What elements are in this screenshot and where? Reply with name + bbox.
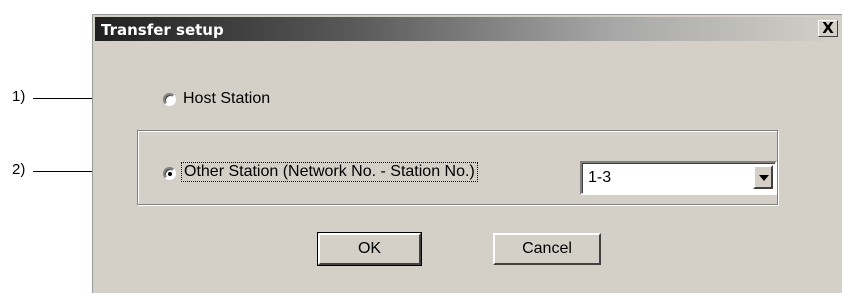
callout-1: 1): [12, 88, 26, 105]
ok-button[interactable]: OK: [317, 232, 422, 266]
cancel-button[interactable]: Cancel: [493, 233, 601, 265]
callout-2: 2): [12, 161, 26, 178]
dialog-title: Transfer setup: [101, 21, 224, 39]
other-station-label[interactable]: Other Station (Network No. - Station No.…: [181, 162, 478, 182]
host-station-label[interactable]: Host Station: [183, 90, 270, 108]
other-station-radio[interactable]: [163, 167, 176, 180]
host-station-radio[interactable]: [163, 93, 176, 106]
station-select[interactable]: 1-3: [580, 161, 777, 195]
station-select-value: 1-3: [588, 169, 612, 186]
close-button[interactable]: X: [818, 20, 838, 37]
dropdown-arrow-icon[interactable]: [753, 165, 773, 189]
close-icon: X: [822, 19, 834, 37]
radio-selected-dot: [168, 172, 172, 176]
transfer-setup-dialog: Transfer setup X Host Station Other Stat…: [92, 14, 842, 293]
title-bar[interactable]: Transfer setup X: [95, 17, 840, 41]
